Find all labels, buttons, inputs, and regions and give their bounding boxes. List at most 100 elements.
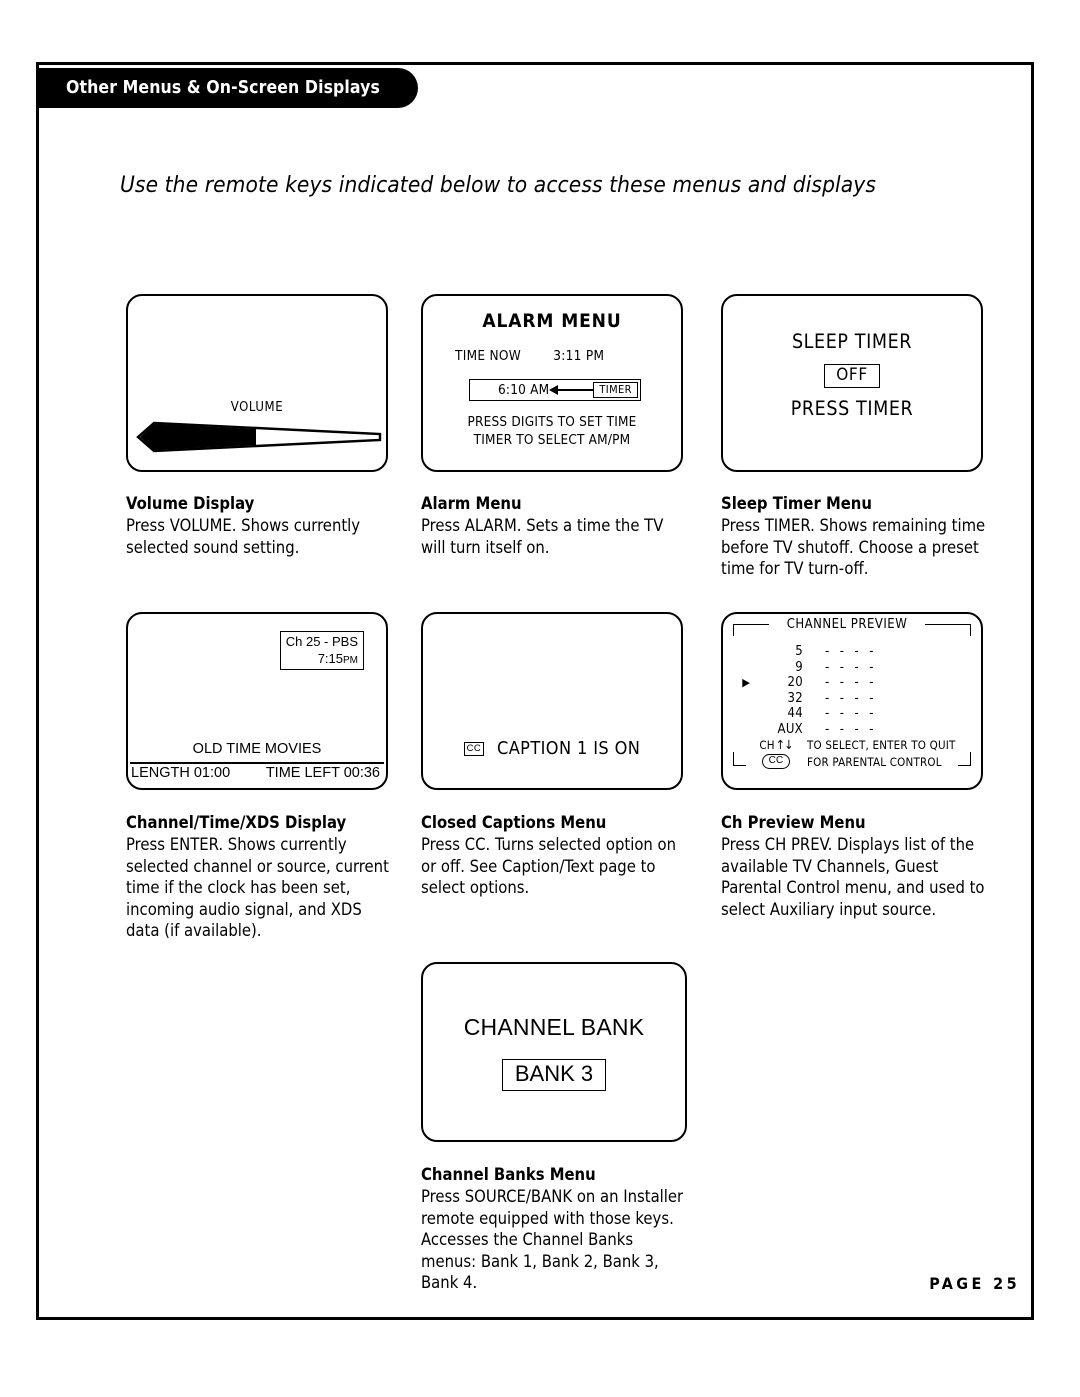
- caption-sleep-body: Press TIMER. Shows remaining time before…: [721, 516, 986, 579]
- caption-status-text: CAPTION 1 IS ON: [497, 738, 641, 759]
- channel-preview-screen: CHANNEL PREVIEW 5 - - - - 9 - - - - ▶ 20…: [721, 612, 983, 790]
- alarm-time-now-label: TIME NOW: [455, 348, 522, 364]
- ch-hint-text: TO SELECT, ENTER TO QUIT: [807, 737, 956, 752]
- cc-hint-text: FOR PARENTAL CONTROL: [807, 754, 942, 769]
- volume-bar-graphic: [136, 421, 382, 453]
- ch-key-label: CH: [759, 737, 775, 752]
- channel-name: - - - -: [825, 690, 877, 706]
- channel-time-value: 7:15: [317, 650, 343, 666]
- channel-number: 9: [795, 659, 803, 675]
- caption-xds-title: Channel/Time/XDS Display: [126, 813, 347, 832]
- cc-icon: CC: [463, 741, 484, 756]
- caption-volume: Volume Display Press VOLUME. Shows curre…: [126, 493, 394, 558]
- alarm-time-field[interactable]: 6:10 AM TIMER: [469, 379, 641, 401]
- caption-preview-body: Press CH PREV. Displays list of the avai…: [721, 835, 985, 919]
- sleep-timer-instruction: PRESS TIMER: [790, 397, 914, 420]
- channel-name: - - - -: [825, 644, 877, 660]
- list-item[interactable]: AUX - - - -: [733, 722, 971, 738]
- channel-number: 32: [787, 690, 803, 706]
- list-item[interactable]: 9 - - - -: [733, 660, 971, 676]
- section-header-tab: Other Menus & On-Screen Displays: [36, 68, 418, 108]
- channel-name: - - - -: [825, 659, 877, 675]
- caption-bank-body: Press SOURCE/BANK on an Installer remote…: [421, 1187, 684, 1293]
- section-title: Other Menus & On-Screen Displays: [66, 78, 380, 98]
- caption-sleep: Sleep Timer Menu Press TIMER. Shows rema…: [721, 493, 989, 580]
- channel-time-ampm: PM: [343, 654, 358, 666]
- volume-bar: [136, 421, 382, 453]
- caption-preview: Ch Preview Menu Press CH PREV. Displays …: [721, 812, 989, 920]
- list-item[interactable]: 44 - - - -: [733, 706, 971, 722]
- program-details-row: LENGTH 01:00 TIME LEFT 00:36: [131, 765, 380, 781]
- sleep-timer-screen: SLEEP TIMER OFF PRESS TIMER: [721, 294, 983, 472]
- sleep-timer-value[interactable]: OFF: [824, 364, 880, 388]
- alarm-time-now-row: TIME NOW 3:11 PM: [455, 348, 604, 364]
- channel-time-xds-screen: Ch 25 - PBS 7:15PM OLD TIME MOVIES LENGT…: [126, 612, 388, 790]
- channel-preview-title: CHANNEL PREVIEW: [769, 617, 925, 632]
- page-number: PAGE 25: [929, 1274, 1020, 1293]
- caption-preview-title: Ch Preview Menu: [721, 813, 866, 832]
- footer-hint-cc: CC FOR PARENTAL CONTROL: [745, 753, 961, 770]
- alarm-hint: PRESS DIGITS TO SET TIME TIMER TO SELECT…: [423, 414, 681, 450]
- channel-preview-footer: CH ↑↓ TO SELECT, ENTER TO QUIT CC FOR PAR…: [745, 736, 961, 770]
- ch-key-hint: CH ↑↓: [745, 737, 807, 752]
- up-down-arrows-icon: ↑↓: [775, 737, 794, 752]
- caption-alarm-title: Alarm Menu: [421, 494, 522, 513]
- channel-preview-frame: CHANNEL PREVIEW 5 - - - - 9 - - - - ▶ 20…: [733, 617, 971, 769]
- caption-xds: Channel/Time/XDS Display Press ENTER. Sh…: [126, 812, 394, 942]
- channel-number: 20: [787, 675, 803, 691]
- channel-bank-screen: CHANNEL BANK BANK 3: [421, 962, 687, 1142]
- channel-number: AUX: [777, 721, 803, 737]
- alarm-hint-line2: TIMER TO SELECT AM/PM: [473, 431, 631, 448]
- program-title: OLD TIME MOVIES: [192, 741, 322, 757]
- caption-closed-captions-title: Closed Captions Menu: [421, 813, 607, 832]
- program-length: LENGTH 01:00: [131, 765, 231, 781]
- frame-corner-top-right: [924, 624, 971, 636]
- caption-status-line: CC CAPTION 1 IS ON: [423, 738, 681, 759]
- alarm-time-now-value: 3:11 PM: [553, 348, 605, 364]
- channel-bank-value[interactable]: BANK 3: [501, 1059, 607, 1091]
- channel-bank-content: CHANNEL BANK BANK 3: [423, 1014, 685, 1091]
- alarm-time-value: 6:10 AM: [498, 382, 550, 398]
- caption-volume-title: Volume Display: [126, 494, 255, 513]
- timer-key-chip[interactable]: TIMER: [593, 382, 638, 398]
- alarm-hint-line1: PRESS DIGITS TO SET TIME: [467, 414, 637, 430]
- cc-key-hint: CC: [745, 754, 807, 769]
- frame-corner-top-left: [733, 624, 770, 636]
- list-item[interactable]: 32 - - - -: [733, 691, 971, 707]
- cc-icon: CC: [761, 754, 791, 769]
- caption-bank-title: Channel Banks Menu: [421, 1165, 596, 1184]
- channel-time: 7:15PM: [286, 651, 358, 668]
- caption-alarm-body: Press ALARM. Sets a time the TV will tur…: [421, 516, 664, 557]
- caption-alarm: Alarm Menu Press ALARM. Sets a time the …: [421, 493, 689, 558]
- volume-display-screen: VOLUME: [126, 294, 388, 472]
- volume-label: VOLUME: [230, 400, 284, 415]
- caption-volume-body: Press VOLUME. Shows currently selected s…: [126, 516, 361, 557]
- caption-sleep-title: Sleep Timer Menu: [721, 494, 872, 513]
- selection-arrow-icon: ▶: [742, 676, 750, 690]
- alarm-menu-screen: ALARM MENU TIME NOW 3:11 PM 6:10 AM TIME…: [421, 294, 683, 472]
- program-time-left: TIME LEFT 00:36: [265, 765, 380, 781]
- footer-hint-ch: CH ↑↓ TO SELECT, ENTER TO QUIT: [745, 736, 961, 753]
- channel-info-box: Ch 25 - PBS 7:15PM: [279, 631, 364, 671]
- channel-preview-list: 5 - - - - 9 - - - - ▶ 20 - - - - 32 - - …: [733, 644, 971, 737]
- program-divider: [130, 762, 384, 764]
- list-item[interactable]: 5 - - - -: [733, 644, 971, 660]
- intro-text: Use the remote keys indicated below to a…: [120, 172, 876, 198]
- channel-name: - - - -: [825, 721, 877, 737]
- channel-number: 44: [787, 706, 803, 722]
- alarm-title: ALARM MENU: [482, 310, 622, 332]
- channel-name: - - - -: [825, 675, 877, 691]
- channel-name: - - - -: [825, 706, 877, 722]
- sleep-timer-title: SLEEP TIMER: [791, 330, 913, 353]
- list-item-selected[interactable]: ▶ 20 - - - -: [733, 675, 971, 691]
- caption-closed-captions: Closed Captions Menu Press CC. Turns sel…: [421, 812, 689, 899]
- closed-captions-screen: CC CAPTION 1 IS ON: [421, 612, 683, 790]
- channel-bank-title: CHANNEL BANK: [463, 1014, 645, 1040]
- channel-label: Ch 25 - PBS: [285, 634, 358, 649]
- caption-closed-captions-body: Press CC. Turns selected option on or of…: [421, 835, 677, 898]
- channel-number: 5: [795, 644, 803, 660]
- caption-bank: Channel Banks Menu Press SOURCE/BANK on …: [421, 1164, 689, 1294]
- left-arrow-icon: [549, 385, 594, 395]
- caption-xds-body: Press ENTER. Shows currently selected ch…: [126, 835, 389, 941]
- sleep-timer-content: SLEEP TIMER OFF PRESS TIMER: [723, 330, 981, 420]
